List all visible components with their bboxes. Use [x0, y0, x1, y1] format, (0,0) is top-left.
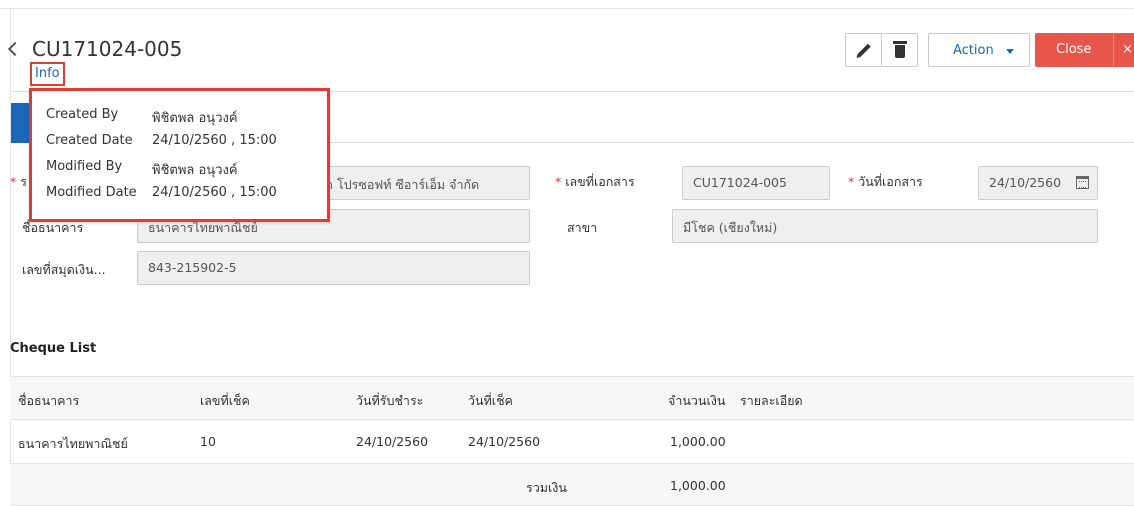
cell-cheque-date: 24/10/2560: [468, 434, 541, 449]
created-by-value: พิชิตพล อนุวงค์: [152, 111, 238, 126]
doc-date-value: 24/10/2560: [989, 175, 1062, 190]
modified-by-value: พิชิตพล อนุวงค์: [152, 163, 238, 178]
cheque-list-title: Cheque List: [10, 341, 97, 356]
close-label: Close: [1056, 42, 1092, 57]
total-value: 1,000.00: [670, 478, 726, 493]
close-x-icon[interactable]: ×: [1122, 42, 1133, 57]
doc-no-label: * เลขที่เอกสาร: [555, 174, 635, 189]
doc-date-field[interactable]: 24/10/2560: [978, 166, 1098, 200]
modified-date-label: Modified Date: [46, 185, 137, 200]
col-cheque-date[interactable]: วันที่เช็ค: [468, 391, 513, 411]
col-cheque-no[interactable]: เลขที่เช็ค: [200, 391, 250, 411]
cell-payment-date: 24/10/2560: [356, 434, 429, 449]
customer-label: * ร: [10, 174, 27, 189]
created-date-label: Created Date: [46, 133, 133, 148]
page-title: CU171024-005: [32, 37, 183, 61]
modified-date-value: 24/10/2560 , 15:00: [152, 185, 277, 200]
table-header: ชื่อธนาคาร เลขที่เช็ค วันที่รับชำระ วันท…: [10, 376, 1134, 420]
col-amount[interactable]: จำนวนเงิน: [668, 391, 725, 411]
edit-button[interactable]: [845, 33, 882, 67]
top-border: [0, 8, 1134, 9]
col-payment-date[interactable]: วันที่รับชำระ: [356, 391, 423, 411]
modified-by-label: Modified By: [46, 159, 123, 174]
account-label: เลขที่สมุดเงิน...: [22, 262, 106, 277]
table-footer: รวมเงิน 1,000.00: [10, 464, 1134, 506]
col-details[interactable]: รายละเอียด: [740, 391, 803, 411]
tab-active-indicator[interactable]: [11, 103, 31, 143]
created-by-label: Created By: [46, 107, 119, 122]
customer-field[interactable]: า โปรซอฟท์ ซีอาร์เอ็ม จำกัด: [315, 166, 530, 200]
table-row[interactable]: ธนาคารไทยพาณิชย์ 10 24/10/2560 24/10/256…: [10, 420, 1134, 464]
doc-no-field[interactable]: CU171024-005: [682, 166, 830, 200]
delete-button[interactable]: [881, 33, 918, 67]
col-bank-name[interactable]: ชื่อธนาคาร: [18, 391, 79, 411]
close-separator: [1113, 33, 1114, 67]
branch-field[interactable]: มีโชค (เชียงใหม่): [672, 209, 1098, 243]
cell-bank-name: ธนาคารไทยพาณิชย์: [18, 436, 128, 451]
info-popup: Created By พิชิตพล อนุวงค์ Created Date …: [29, 88, 330, 222]
action-label: Action: [953, 43, 994, 58]
calendar-icon[interactable]: [1076, 176, 1089, 189]
action-dropdown-button[interactable]: Action: [928, 33, 1030, 67]
caret-down-icon: [1006, 49, 1014, 54]
branch-label: สาขา: [567, 220, 598, 235]
info-link[interactable]: Info: [30, 62, 65, 86]
trash-icon: [893, 41, 907, 58]
cell-cheque-no: 10: [200, 434, 216, 449]
account-field[interactable]: 843-215902-5: [137, 251, 530, 285]
close-button[interactable]: Close ×: [1035, 33, 1134, 67]
created-date-value: 24/10/2560 , 15:00: [152, 133, 277, 148]
doc-date-label: * วันที่เอกสาร: [848, 174, 923, 189]
cell-amount: 1,000.00: [670, 434, 726, 449]
pencil-icon: [857, 43, 871, 58]
total-label: รวมเงิน: [526, 480, 567, 495]
